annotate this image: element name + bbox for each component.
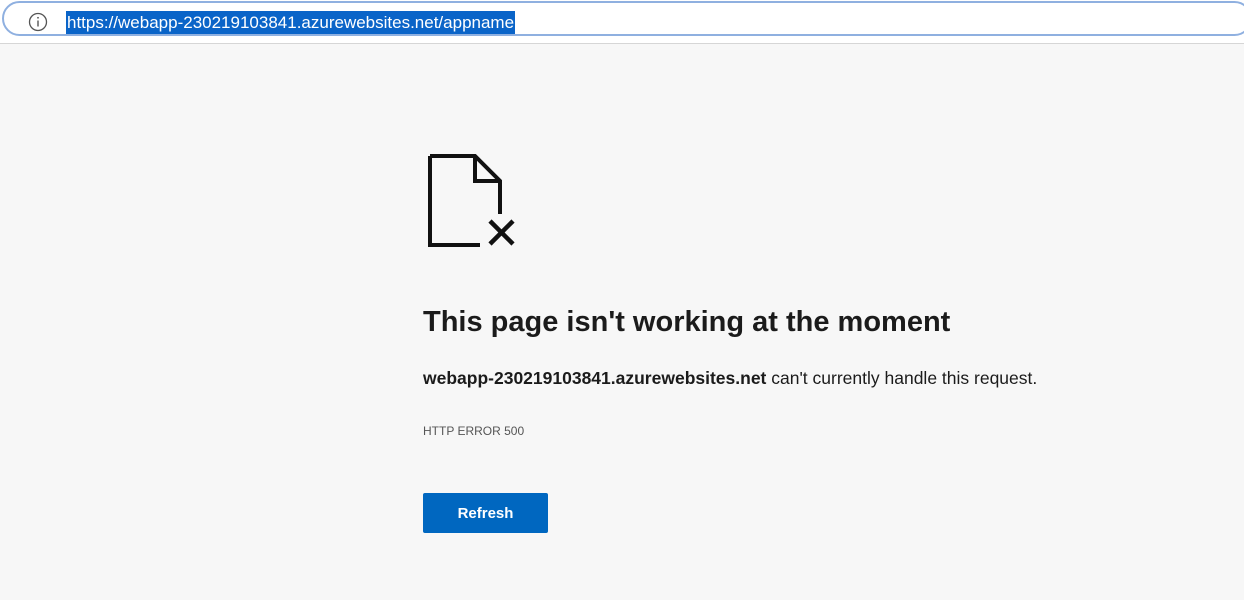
address-bar[interactable]: https://webapp-230219103841.azurewebsite… [2, 1, 1244, 36]
url-input[interactable]: https://webapp-230219103841.azurewebsite… [66, 11, 516, 34]
refresh-button[interactable]: Refresh [423, 493, 548, 533]
host-name: webapp-230219103841.azurewebsites.net [423, 368, 767, 388]
error-message: webapp-230219103841.azurewebsites.net ca… [423, 368, 1037, 389]
error-code: HTTP ERROR 500 [423, 424, 525, 438]
message-suffix: can't currently handle this request. [766, 368, 1038, 388]
page-title: This page isn't working at the moment [423, 306, 951, 338]
broken-document-icon [428, 154, 515, 247]
info-icon[interactable] [28, 12, 48, 32]
address-bar-strip: https://webapp-230219103841.azurewebsite… [0, 0, 1244, 44]
